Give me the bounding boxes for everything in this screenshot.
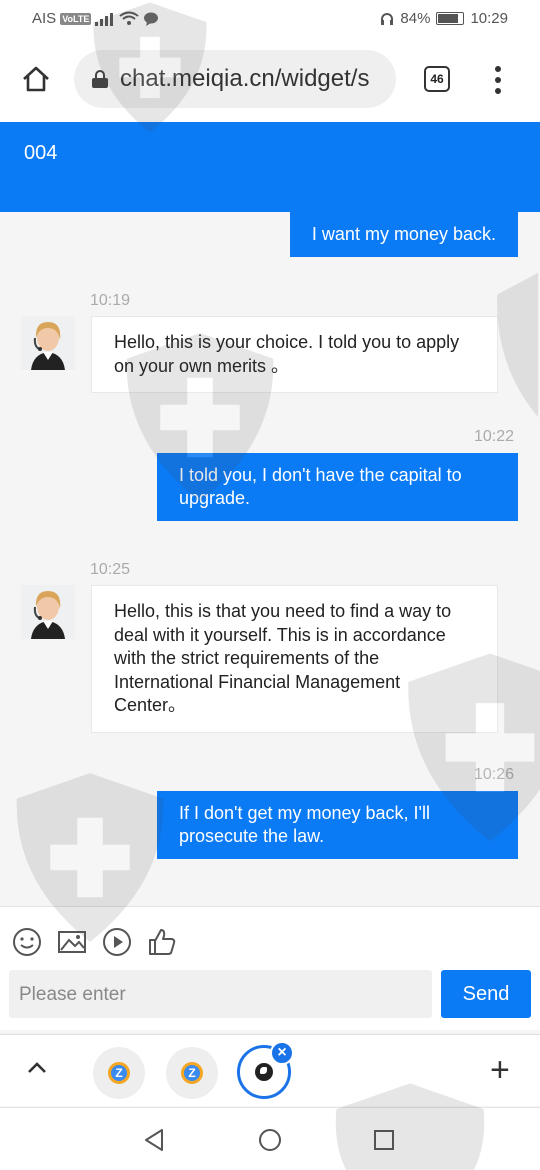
tab-strip: Z Z × + — [0, 1034, 540, 1106]
composer: Please enter Send — [0, 906, 540, 1030]
outgoing-message: If I don't get my money back, I'll prose… — [157, 791, 518, 859]
send-button[interactable]: Send — [441, 970, 531, 1018]
message-list[interactable]: I want my money back. 10:19 Hello, this … — [0, 212, 540, 906]
battery-percent: 84% — [400, 10, 431, 27]
thumbs-up-icon[interactable] — [147, 927, 177, 957]
close-tab-button[interactable]: × — [270, 1041, 294, 1065]
message-timestamp: 10:22 — [474, 428, 515, 445]
home-icon[interactable] — [22, 66, 50, 92]
outgoing-message: I want my money back. — [289, 212, 518, 257]
browser-toolbar: chat.meiqia.cn/widget/s 46 — [0, 38, 540, 122]
emoji-icon[interactable] — [12, 927, 42, 957]
tab-thumbnail[interactable]: Z — [166, 1047, 218, 1099]
site-favicon: Z — [108, 1062, 130, 1084]
home-circle-icon[interactable] — [258, 1128, 282, 1152]
tab-thumbnail[interactable]: Z — [93, 1047, 145, 1099]
globe-icon — [255, 1063, 273, 1081]
image-icon[interactable] — [57, 927, 87, 957]
battery-icon — [436, 12, 465, 25]
agent-avatar — [21, 585, 75, 639]
back-icon[interactable] — [143, 1128, 165, 1152]
outgoing-message: I told you, I don't have the capital to … — [157, 453, 518, 521]
agent-avatar — [21, 316, 75, 370]
url-text: chat.meiqia.cn/widget/s — [120, 65, 370, 92]
status-bar: AIS VoLTE 84% 10:29 — [0, 0, 540, 38]
recents-icon[interactable] — [373, 1129, 395, 1151]
menu-icon[interactable] — [490, 66, 506, 94]
message-timestamp: 10:19 — [90, 292, 131, 309]
wifi-icon — [119, 11, 139, 25]
message-input[interactable]: Please enter — [9, 970, 432, 1018]
message-timestamp: 10:25 — [90, 561, 131, 578]
chevron-up-icon[interactable] — [26, 1057, 48, 1079]
chat-notification-icon — [144, 12, 159, 26]
chat-header: 004 — [0, 122, 540, 212]
incoming-message: Hello, this is that you need to find a w… — [91, 585, 498, 733]
tab-switcher-button[interactable]: 46 — [424, 66, 450, 92]
carrier-label: AIS — [32, 10, 57, 27]
message-timestamp: 10:26 — [474, 766, 515, 783]
new-tab-button[interactable]: + — [490, 1053, 510, 1087]
video-icon[interactable] — [102, 927, 132, 957]
address-bar[interactable]: chat.meiqia.cn/widget/s — [74, 50, 396, 108]
incoming-message: Hello, this is your choice. I told you t… — [91, 316, 498, 393]
headphones-icon — [381, 12, 394, 25]
volte-badge: VoLTE — [60, 12, 92, 25]
lock-icon — [92, 70, 108, 88]
system-nav-bar — [0, 1107, 540, 1170]
signal-icon — [95, 12, 114, 26]
clock: 10:29 — [470, 10, 508, 27]
site-favicon: Z — [181, 1062, 203, 1084]
chat-title: 004 — [24, 142, 58, 164]
